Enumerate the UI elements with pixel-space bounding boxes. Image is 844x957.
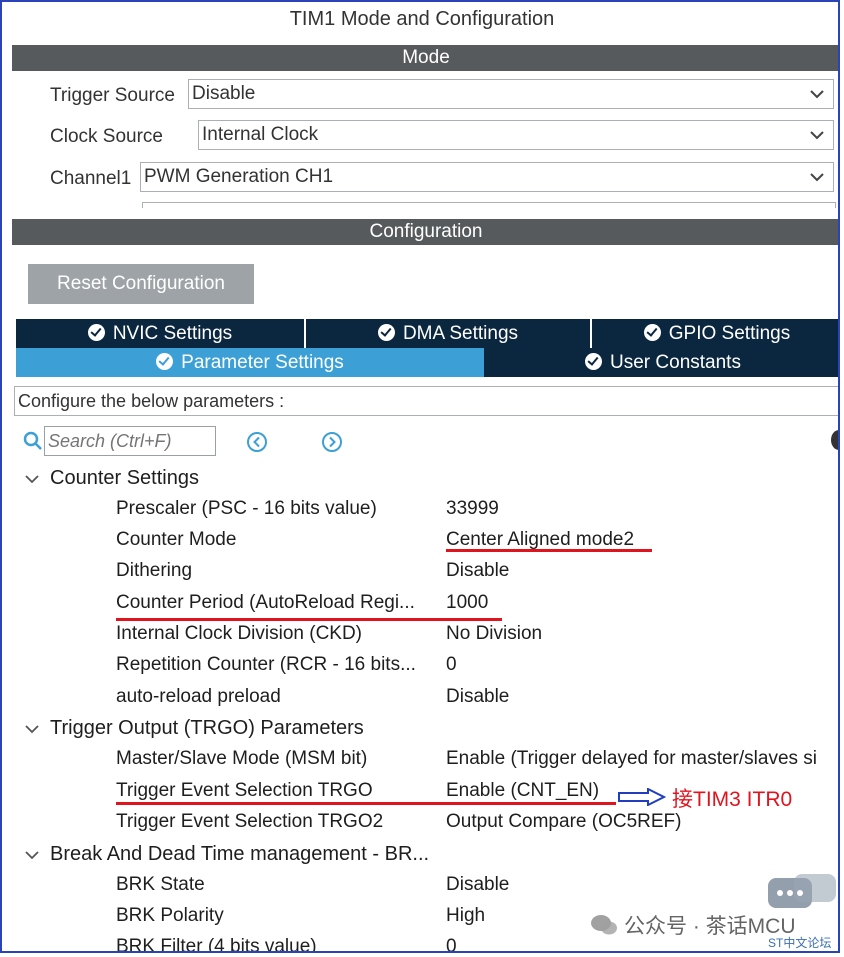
param-value: 33999 <box>446 498 499 519</box>
trigger-source-select[interactable]: Disable <box>188 79 834 109</box>
clock-source-label: Clock Source <box>50 126 163 147</box>
param-label: Trigger Event Selection TRGO2 <box>116 811 384 832</box>
annotation-underline-counter-period <box>116 618 502 621</box>
scroll-indicator[interactable] <box>831 430 838 450</box>
window-title: TIM1 Mode and Configuration <box>289 8 555 30</box>
clock-source-select[interactable]: Internal Clock <box>198 120 834 150</box>
annotation-text: 接TIM3 ITR0 <box>672 788 793 811</box>
chevron-down-icon[interactable] <box>24 721 40 737</box>
param-value: Enable (CNT_EN) <box>446 780 600 801</box>
tab-user-constants[interactable]: User Constants <box>484 348 838 377</box>
watermark-subtitle: ST中文论坛 <box>768 936 832 950</box>
check-circle-icon <box>156 353 174 370</box>
tab-label: NVIC Settings <box>112 323 233 344</box>
param-value: Enable (Trigger delayed for master/slave… <box>446 748 818 769</box>
search-icon[interactable] <box>22 430 44 452</box>
group-title: Counter Settings <box>50 467 199 489</box>
configuration-section-header: Configuration <box>12 219 838 245</box>
param-row[interactable]: Counter Mode Center Aligned mode2 <box>2 525 838 556</box>
param-label: BRK Polarity <box>116 905 224 926</box>
previous-icon[interactable] <box>246 431 268 453</box>
check-circle-icon <box>87 324 105 341</box>
search-input[interactable] <box>44 426 216 456</box>
tab-label: DMA Settings <box>402 323 519 344</box>
param-label: BRK Filter (4 bits value) <box>116 936 317 953</box>
tab-parameter-settings[interactable]: Parameter Settings <box>16 348 484 377</box>
tab-nvic-settings[interactable]: NVIC Settings <box>16 319 306 348</box>
chevron-down-icon[interactable] <box>24 471 40 487</box>
param-label: Dithering <box>116 560 193 581</box>
group-counter-settings[interactable]: Counter Settings <box>2 463 838 494</box>
chevron-down-icon[interactable] <box>24 847 40 863</box>
next-mode-select-partial <box>142 202 836 208</box>
annotation-arrow-icon <box>618 788 666 806</box>
param-row[interactable]: BRK State Disable <box>2 870 838 901</box>
check-circle-icon <box>643 324 661 341</box>
param-value: No Division <box>446 623 543 644</box>
param-value: Disable <box>446 686 510 707</box>
param-value: 1000 <box>446 592 489 613</box>
annotation-underline-trgo <box>116 802 616 805</box>
param-row[interactable]: Counter Period (AutoReload Regi... 1000 <box>2 588 838 619</box>
param-value: Disable <box>446 874 510 895</box>
trigger-source-value: Disable <box>192 83 256 104</box>
channel1-value: PWM Generation CH1 <box>144 166 334 187</box>
param-label: Counter Period (AutoReload Regi... <box>116 592 415 613</box>
tab-label: User Constants <box>610 352 741 373</box>
trigger-source-row: Trigger Source Disable <box>50 79 836 111</box>
mode-section-header: Mode <box>12 45 838 71</box>
param-row[interactable]: Internal Clock Division (CKD) No Divisio… <box>2 619 838 650</box>
channel1-row: Channel1 PWM Generation CH1 <box>50 162 836 194</box>
param-value: Output Compare (OC5REF) <box>446 811 682 832</box>
param-label: Internal Clock Division (CKD) <box>116 623 363 644</box>
param-row[interactable]: Dithering Disable <box>2 556 838 587</box>
tab-dma-settings[interactable]: DMA Settings <box>306 319 592 348</box>
param-row[interactable]: Repetition Counter (RCR - 16 bits... 0 <box>2 650 838 681</box>
reset-configuration-button[interactable]: Reset Configuration <box>28 264 254 304</box>
trigger-source-label: Trigger Source <box>50 85 175 106</box>
chevron-down-icon <box>810 90 824 99</box>
check-circle-icon <box>377 324 395 341</box>
param-value: Center Aligned mode2 <box>446 529 635 550</box>
param-label: Trigger Event Selection TRGO <box>116 780 373 801</box>
group-trgo-parameters[interactable]: Trigger Output (TRGO) Parameters <box>2 713 838 744</box>
param-row[interactable]: Master/Slave Mode (MSM bit) Enable (Trig… <box>2 744 838 775</box>
check-circle-icon <box>585 353 603 370</box>
group-title: Trigger Output (TRGO) Parameters <box>50 717 364 739</box>
next-icon[interactable] <box>321 431 343 453</box>
wechat-icon <box>591 915 617 935</box>
param-row[interactable]: Prescaler (PSC - 16 bits value) 33999 <box>2 494 838 525</box>
group-break-dead-time[interactable]: Break And Dead Time management - BR... <box>2 839 838 870</box>
tab-label: GPIO Settings <box>668 323 791 344</box>
param-label: Counter Mode <box>116 529 237 550</box>
channel1-label: Channel1 <box>50 168 132 189</box>
chat-bubble-logo-icon <box>768 874 836 908</box>
clock-source-value: Internal Clock <box>202 124 319 145</box>
param-value: 0 <box>446 654 457 675</box>
chevron-down-icon <box>810 173 824 182</box>
param-value: Disable <box>446 560 510 581</box>
param-row[interactable]: auto-reload preload Disable <box>2 682 838 713</box>
clock-source-row: Clock Source Internal Clock <box>50 120 836 152</box>
annotation-underline-counter-mode <box>446 549 652 552</box>
param-label: auto-reload preload <box>116 686 281 707</box>
channel1-select[interactable]: PWM Generation CH1 <box>140 162 834 192</box>
chevron-down-icon <box>810 131 824 140</box>
description-text: Configure the below parameters : <box>14 386 838 416</box>
param-value: 0 <box>446 936 457 953</box>
tab-label: Parameter Settings <box>181 352 344 373</box>
tab-gpio-settings[interactable]: GPIO Settings <box>592 319 838 348</box>
param-value: High <box>446 905 486 926</box>
group-title: Break And Dead Time management - BR... <box>50 843 430 865</box>
param-label: Repetition Counter (RCR - 16 bits... <box>116 654 416 675</box>
param-label: Prescaler (PSC - 16 bits value) <box>116 498 377 519</box>
param-label: BRK State <box>116 874 205 895</box>
param-label: Master/Slave Mode (MSM bit) <box>116 748 368 769</box>
tim1-config-window: TIM1 Mode and Configuration Mode Trigger… <box>0 0 840 953</box>
